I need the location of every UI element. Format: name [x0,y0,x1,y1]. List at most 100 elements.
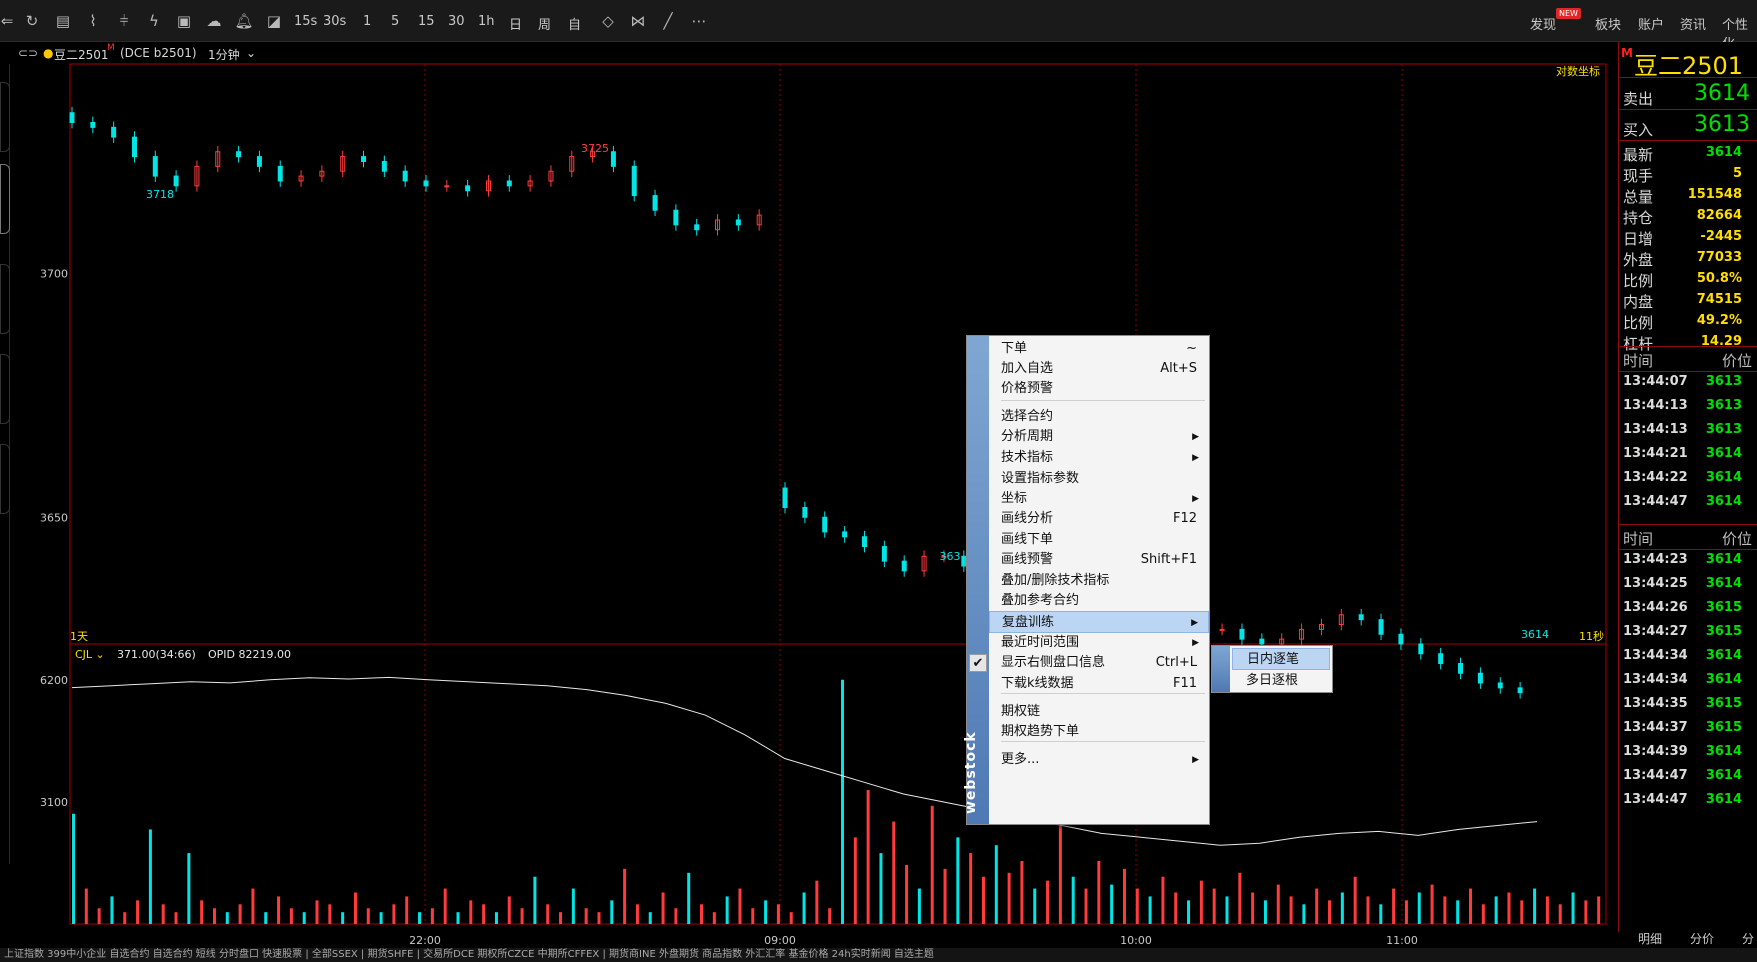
menu-item-label: 设置指标参数 [1001,471,1080,486]
menu-item[interactable]: 价格预警 [989,378,1209,400]
menu-item[interactable]: 画线预警 Shift+F1 [989,549,1209,571]
trade-row: 13:44:47 3614 [1619,792,1757,816]
menu-item[interactable]: 画线下单 [989,529,1209,551]
menu-item[interactable]: 显示右侧盘口信息 Ctrl+L [989,652,1209,674]
candle-body [1517,687,1523,694]
menu-item[interactable]: 复盘训练 ▶ [989,611,1209,633]
submenu-intraday-tick[interactable]: 日内逐笔 [1232,648,1330,670]
volume-bar [1263,900,1267,924]
candle-body [1219,628,1225,631]
volume-bar [1187,900,1191,924]
trade-time: 13:44:34 [1623,648,1688,663]
quote-row-value: 3614 [1705,145,1742,160]
trades-head-price: 价位 [1721,352,1752,370]
countdown-label: 11秒 [1579,629,1604,643]
quote-row: 现手 5 [1619,163,1757,185]
menu-item[interactable]: 选择合约 [989,406,1209,428]
trade-row: 13:44:35 3615 [1619,696,1757,720]
volume-bar [700,904,704,924]
menu-item[interactable]: 叠加/删除技术指标 [989,570,1209,592]
y-tick-label: 3650 [40,511,68,524]
indicator-values: 371.00(34:66) [117,648,196,661]
volume-bar [1238,872,1242,924]
tab-detail[interactable]: 明细 [1638,930,1662,947]
quote-title: 豆二2501 [1634,52,1744,80]
volume-bar [1379,904,1383,924]
ticker-bar[interactable]: 上证指数 399中小企业 自选合约 自选合约 短线 分时盘口 快速股票 | 全部… [0,948,1757,962]
menu-item[interactable]: 期权趋势下单 [989,721,1209,743]
quote-row-label: 比例 [1623,314,1654,332]
candle-body [90,121,96,128]
volume-bar [674,908,678,924]
trade-row: 13:44:47 3614 [1619,768,1757,792]
tab-more[interactable]: 分 [1742,930,1754,947]
submenu-arrow-icon: ▶ [1192,453,1199,463]
candle-body [131,136,137,158]
volume-bar [443,888,447,924]
candle-body [802,507,808,518]
trade-row: 13:44:34 3614 [1619,672,1757,696]
volume-bar [174,912,178,924]
volume-bar [136,900,140,924]
menu-item[interactable]: 更多... ▶ [989,749,1209,771]
submenu-multiday-bar[interactable]: 多日逐根 [1232,670,1330,692]
volume-bar [623,868,627,924]
menu-item[interactable]: 期权链 [989,701,1209,723]
menu-item[interactable]: 分析周期 ▶ [989,426,1209,448]
menu-item[interactable]: 设置指标参数 [989,468,1209,490]
menu-item[interactable]: 叠加参考合约 [989,590,1209,612]
candle-body [631,165,637,197]
menu-item[interactable]: 下载k线数据 F11 [989,673,1209,695]
trade-time: 13:44:47 [1623,768,1688,783]
trade-time: 13:44:34 [1623,672,1688,687]
menu-item[interactable]: 下单 ~ [989,338,1209,360]
candle-body [881,546,887,562]
menu-item[interactable]: 画线分析 F12 [989,508,1209,530]
menu-account[interactable]: 账户 [1638,14,1664,33]
menu-item[interactable]: 坐标 ▶ [989,488,1209,510]
candle-body [1378,619,1384,635]
replay-submenu: 日内逐笔 多日逐根 [1211,645,1333,693]
volume-bar [1110,884,1114,924]
menu-item-label: 画线下单 [1001,532,1054,547]
trade-time: 13:44:23 [1623,552,1688,567]
quote-row-label: 内盘 [1623,293,1654,311]
volume-bar [1225,896,1229,924]
candle-body [901,560,907,572]
volume-bar [469,900,473,924]
ask-value: 3614 [1694,81,1750,106]
menu-item-label: 画线预警 [1001,552,1054,567]
trades-head-2: 时间 价位 [1619,524,1757,550]
log-axis-label: 对数坐标 [1556,64,1600,78]
candle-body [236,151,242,158]
volume-bar [520,908,524,924]
volume-bar [712,912,716,924]
volume-bar [981,876,985,924]
submenu-arrow-icon: ▶ [1192,755,1199,765]
chart-area[interactable]: 3700 3650 6200 3100 22:00 09:00 10:00 11:00 对数坐标… [0,0,1618,948]
trade-row: 13:44:34 3614 [1619,648,1757,672]
menu-news[interactable]: 资讯 [1680,14,1706,33]
volume-bar [418,912,422,924]
trade-price: 3614 [1705,552,1742,567]
volume-y-tick-label: 6200 [40,674,68,687]
trade-time: 13:44:22 [1623,470,1688,485]
menu-item-label: 复盘训练 [1002,615,1055,630]
trade-time: 13:44:39 [1623,744,1688,759]
x-tick-label: 11:00 [1386,934,1418,947]
menu-shortcut: F11 [1172,676,1197,691]
volume-bar [533,876,537,924]
volume-bar [930,805,934,924]
volume-bar [764,900,768,924]
bid-label: 买入 [1623,121,1654,139]
volume-bar [1366,896,1370,924]
menu-item[interactable]: 加入自选 Alt+S [989,358,1209,380]
menu-shortcut: F12 [1172,511,1197,526]
volume-bar [559,912,563,924]
volume-bar [379,912,383,924]
menu-item[interactable]: 最近时间范围 ▶ [989,632,1209,654]
panel-tabs: 明细 分价 分 [1618,929,1757,947]
tab-price-distribution[interactable]: 分价 [1690,930,1714,947]
ask-row: 卖出 3614 [1619,80,1757,110]
menu-item[interactable]: 技术指标 ▶ [989,447,1209,469]
